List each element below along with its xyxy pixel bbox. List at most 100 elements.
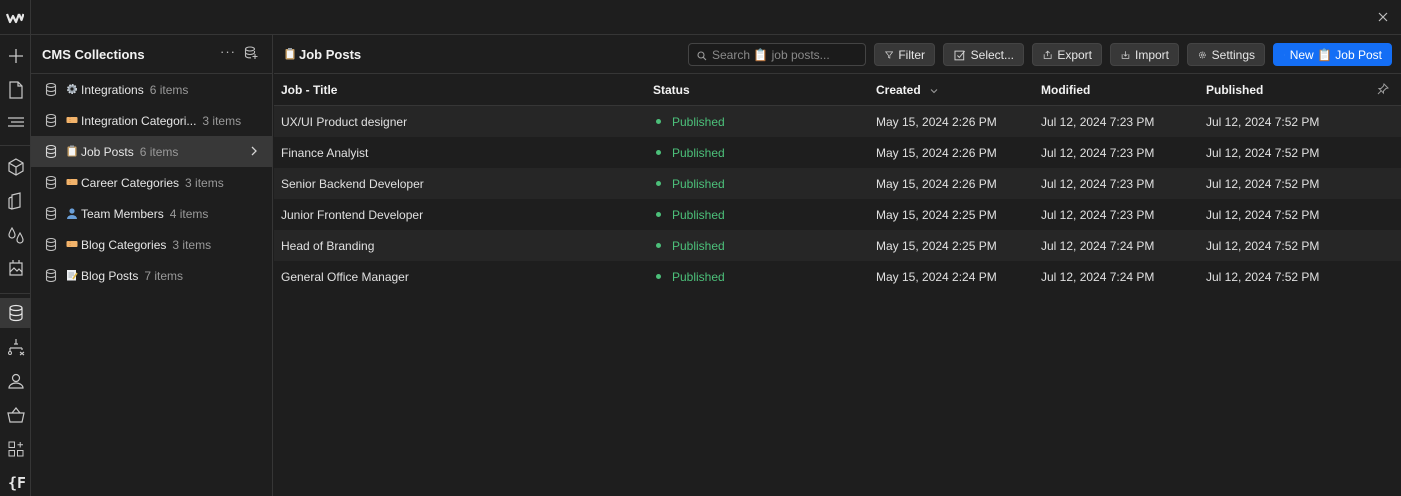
person-icon bbox=[66, 207, 78, 219]
collection-name: Team Members bbox=[81, 207, 164, 221]
status-dot bbox=[656, 274, 661, 279]
add-collection-icon[interactable] bbox=[244, 46, 258, 63]
variables-icon[interactable] bbox=[0, 186, 31, 216]
filter-button[interactable]: Filter bbox=[874, 43, 935, 66]
collection-name: Integration Categori... bbox=[81, 114, 197, 128]
cell-published: Jul 12, 2024 7:52 PM bbox=[1206, 270, 1320, 284]
search-icon bbox=[697, 50, 707, 64]
export-icon bbox=[1043, 50, 1052, 59]
webflow-logo-icon[interactable] bbox=[0, 0, 31, 35]
import-button-label: Import bbox=[1134, 47, 1169, 62]
cell-status: Published bbox=[672, 208, 725, 222]
ticket-icon bbox=[66, 238, 78, 250]
users-icon[interactable] bbox=[0, 366, 31, 396]
column-header-title[interactable]: Job - Title bbox=[281, 83, 337, 97]
collection-count: 6 items bbox=[139, 145, 179, 159]
search-field[interactable] bbox=[688, 43, 866, 66]
collection-count: 3 items bbox=[202, 114, 242, 128]
database-icon bbox=[45, 237, 57, 254]
cell-published: Jul 12, 2024 7:52 PM bbox=[1206, 115, 1320, 129]
column-header-published[interactable]: Published bbox=[1206, 83, 1263, 97]
ticket-icon bbox=[66, 176, 78, 188]
column-header-status[interactable]: Status bbox=[653, 83, 690, 97]
cell-title: Junior Frontend Developer bbox=[281, 208, 424, 222]
cms-icon[interactable] bbox=[0, 298, 31, 328]
collection-name: Blog Categories bbox=[81, 238, 167, 252]
cell-published: Jul 12, 2024 7:52 PM bbox=[1206, 146, 1320, 160]
collection-items-view: Job Posts Filter Select... Export Import… bbox=[274, 35, 1401, 496]
checkbox-icon bbox=[954, 50, 966, 60]
panel-header: CMS Collections ··· bbox=[31, 35, 272, 74]
collection-count: 4 items bbox=[169, 207, 209, 221]
pin-icon[interactable] bbox=[1377, 83, 1389, 98]
cell-published: Jul 12, 2024 7:52 PM bbox=[1206, 177, 1320, 191]
svg-text:{F: {F bbox=[8, 474, 25, 491]
collection-item-integrations[interactable]: Integrations 6 items bbox=[31, 74, 272, 105]
page-icon[interactable] bbox=[0, 75, 31, 105]
column-header-created[interactable]: Created bbox=[876, 83, 938, 97]
chevron-right-icon bbox=[250, 145, 258, 159]
cell-status: Published bbox=[672, 270, 725, 284]
collection-item-job-posts[interactable]: Job Posts 6 items bbox=[31, 136, 272, 167]
collection-item-blog-posts[interactable]: Blog Posts 7 items bbox=[31, 260, 272, 291]
cell-modified: Jul 12, 2024 7:23 PM bbox=[1041, 146, 1155, 160]
gear-icon bbox=[1198, 51, 1206, 58]
collection-name: Career Categories bbox=[81, 176, 180, 190]
collection-item-integration-categories[interactable]: Integration Categori... 3 items bbox=[31, 105, 272, 136]
table-row[interactable]: UX/UI Product designer Published May 15,… bbox=[274, 106, 1401, 137]
collection-count: 6 items bbox=[149, 83, 189, 97]
table-header: Job - Title Status Created Modified Publ… bbox=[274, 74, 1401, 106]
close-icon[interactable] bbox=[1375, 9, 1391, 25]
export-button-label: Export bbox=[1057, 47, 1092, 62]
memo-icon bbox=[66, 269, 78, 281]
page-title: Job Posts bbox=[299, 47, 362, 62]
collection-count: 3 items bbox=[185, 176, 224, 190]
apps-icon[interactable] bbox=[0, 434, 31, 464]
table-row[interactable]: Senior Backend Developer Published May 1… bbox=[274, 168, 1401, 199]
logic-icon[interactable] bbox=[0, 332, 31, 362]
table-row[interactable]: General Office Manager Published May 15,… bbox=[274, 261, 1401, 292]
top-bar bbox=[0, 0, 1401, 35]
chevron-down-icon bbox=[930, 89, 938, 94]
clipboard-icon bbox=[66, 145, 78, 157]
status-dot bbox=[656, 212, 661, 217]
styles-icon[interactable] bbox=[0, 220, 31, 250]
settings-button[interactable]: Settings bbox=[1187, 43, 1265, 66]
collection-item-career-categories[interactable]: Career Categories 3 items bbox=[31, 167, 272, 198]
table-row[interactable]: Finance Analyist Published May 15, 2024 … bbox=[274, 137, 1401, 168]
finsweet-icon[interactable]: {F bbox=[0, 467, 31, 496]
table-row[interactable]: Junior Frontend Developer Published May … bbox=[274, 199, 1401, 230]
column-header-modified[interactable]: Modified bbox=[1041, 83, 1090, 97]
import-icon bbox=[1121, 50, 1130, 59]
plus-icon[interactable] bbox=[0, 41, 31, 71]
collection-list: Integrations 6 items Integration Categori… bbox=[31, 74, 272, 291]
cell-created: May 15, 2024 2:26 PM bbox=[876, 177, 997, 191]
cell-title: Head of Branding bbox=[281, 239, 375, 253]
database-icon bbox=[45, 144, 57, 161]
gear-icon bbox=[66, 83, 78, 95]
cell-title: Senior Backend Developer bbox=[281, 177, 424, 191]
left-rail: {F bbox=[0, 35, 31, 496]
search-input[interactable] bbox=[712, 47, 862, 62]
collection-item-team-members[interactable]: Team Members 4 items bbox=[31, 198, 272, 229]
cell-created: May 15, 2024 2:25 PM bbox=[876, 208, 997, 222]
collection-item-blog-categories[interactable]: Blog Categories 3 items bbox=[31, 229, 272, 260]
database-icon bbox=[45, 82, 57, 99]
status-dot bbox=[656, 243, 661, 248]
status-dot bbox=[656, 181, 661, 186]
column-header-created-label: Created bbox=[876, 83, 921, 97]
select-button[interactable]: Select... bbox=[943, 43, 1024, 66]
ecommerce-icon[interactable] bbox=[0, 400, 31, 430]
status-dot bbox=[656, 150, 661, 155]
assets-icon[interactable] bbox=[0, 253, 31, 283]
export-button[interactable]: Export bbox=[1032, 43, 1102, 66]
collection-name: Job Posts bbox=[81, 145, 134, 159]
components-icon[interactable] bbox=[0, 152, 31, 182]
import-button[interactable]: Import bbox=[1110, 43, 1179, 66]
filter-button-label: Filter bbox=[898, 47, 925, 62]
table-row[interactable]: Head of Branding Published May 15, 2024 … bbox=[274, 230, 1401, 261]
navigator-icon[interactable] bbox=[0, 107, 31, 137]
new-job-post-button[interactable]: New 📋 Job Post bbox=[1273, 43, 1392, 66]
settings-button-label: Settings bbox=[1211, 47, 1255, 62]
more-options-icon[interactable]: ··· bbox=[220, 44, 236, 59]
